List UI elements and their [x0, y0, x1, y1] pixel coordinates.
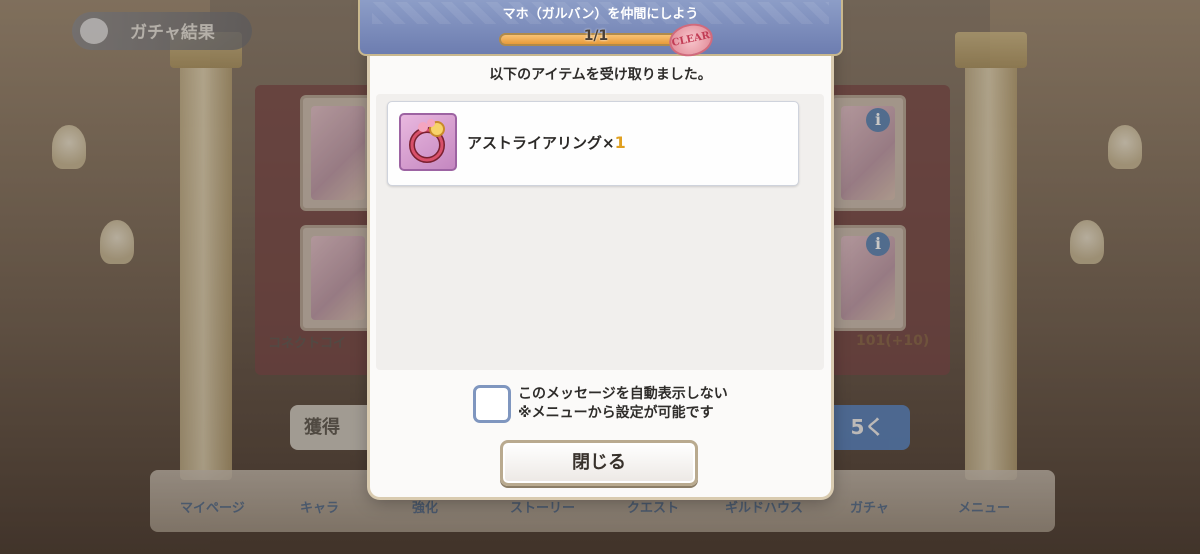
ring-icon — [399, 113, 457, 171]
checkbox-label-line2: ※メニューから設定が可能です — [518, 405, 714, 421]
close-button[interactable]: 閉じる — [500, 440, 698, 486]
clear-badge: CLEAR — [666, 19, 716, 61]
received-message: 以下のアイテムを受け取りました。 — [489, 67, 712, 83]
checkbox-label: このメッセージを自動表示しない ※メニューから設定が可能です — [518, 385, 728, 423]
item-quantity: 1 — [614, 133, 626, 152]
list-item: アストライアリング×1 — [387, 101, 799, 186]
checkbox-label-line1: このメッセージを自動表示しない — [518, 386, 728, 402]
item-name: アストライアリング×1 — [467, 133, 626, 152]
do-not-show-checkbox[interactable] — [473, 385, 511, 423]
quest-header: マホ（ガルバン）を仲間にしよう 1/1 CLEAR — [358, 0, 843, 61]
quest-title: マホ（ガルバン）を仲間にしよう — [502, 7, 699, 22]
received-items-list: アストライアリング×1 — [376, 94, 824, 370]
item-received-dialog: マホ（ガルバン）を仲間にしよう 1/1 CLEAR 以下のアイテムを受け取りまし… — [358, 0, 843, 497]
quest-progress-text: 1/1 — [583, 28, 609, 44]
